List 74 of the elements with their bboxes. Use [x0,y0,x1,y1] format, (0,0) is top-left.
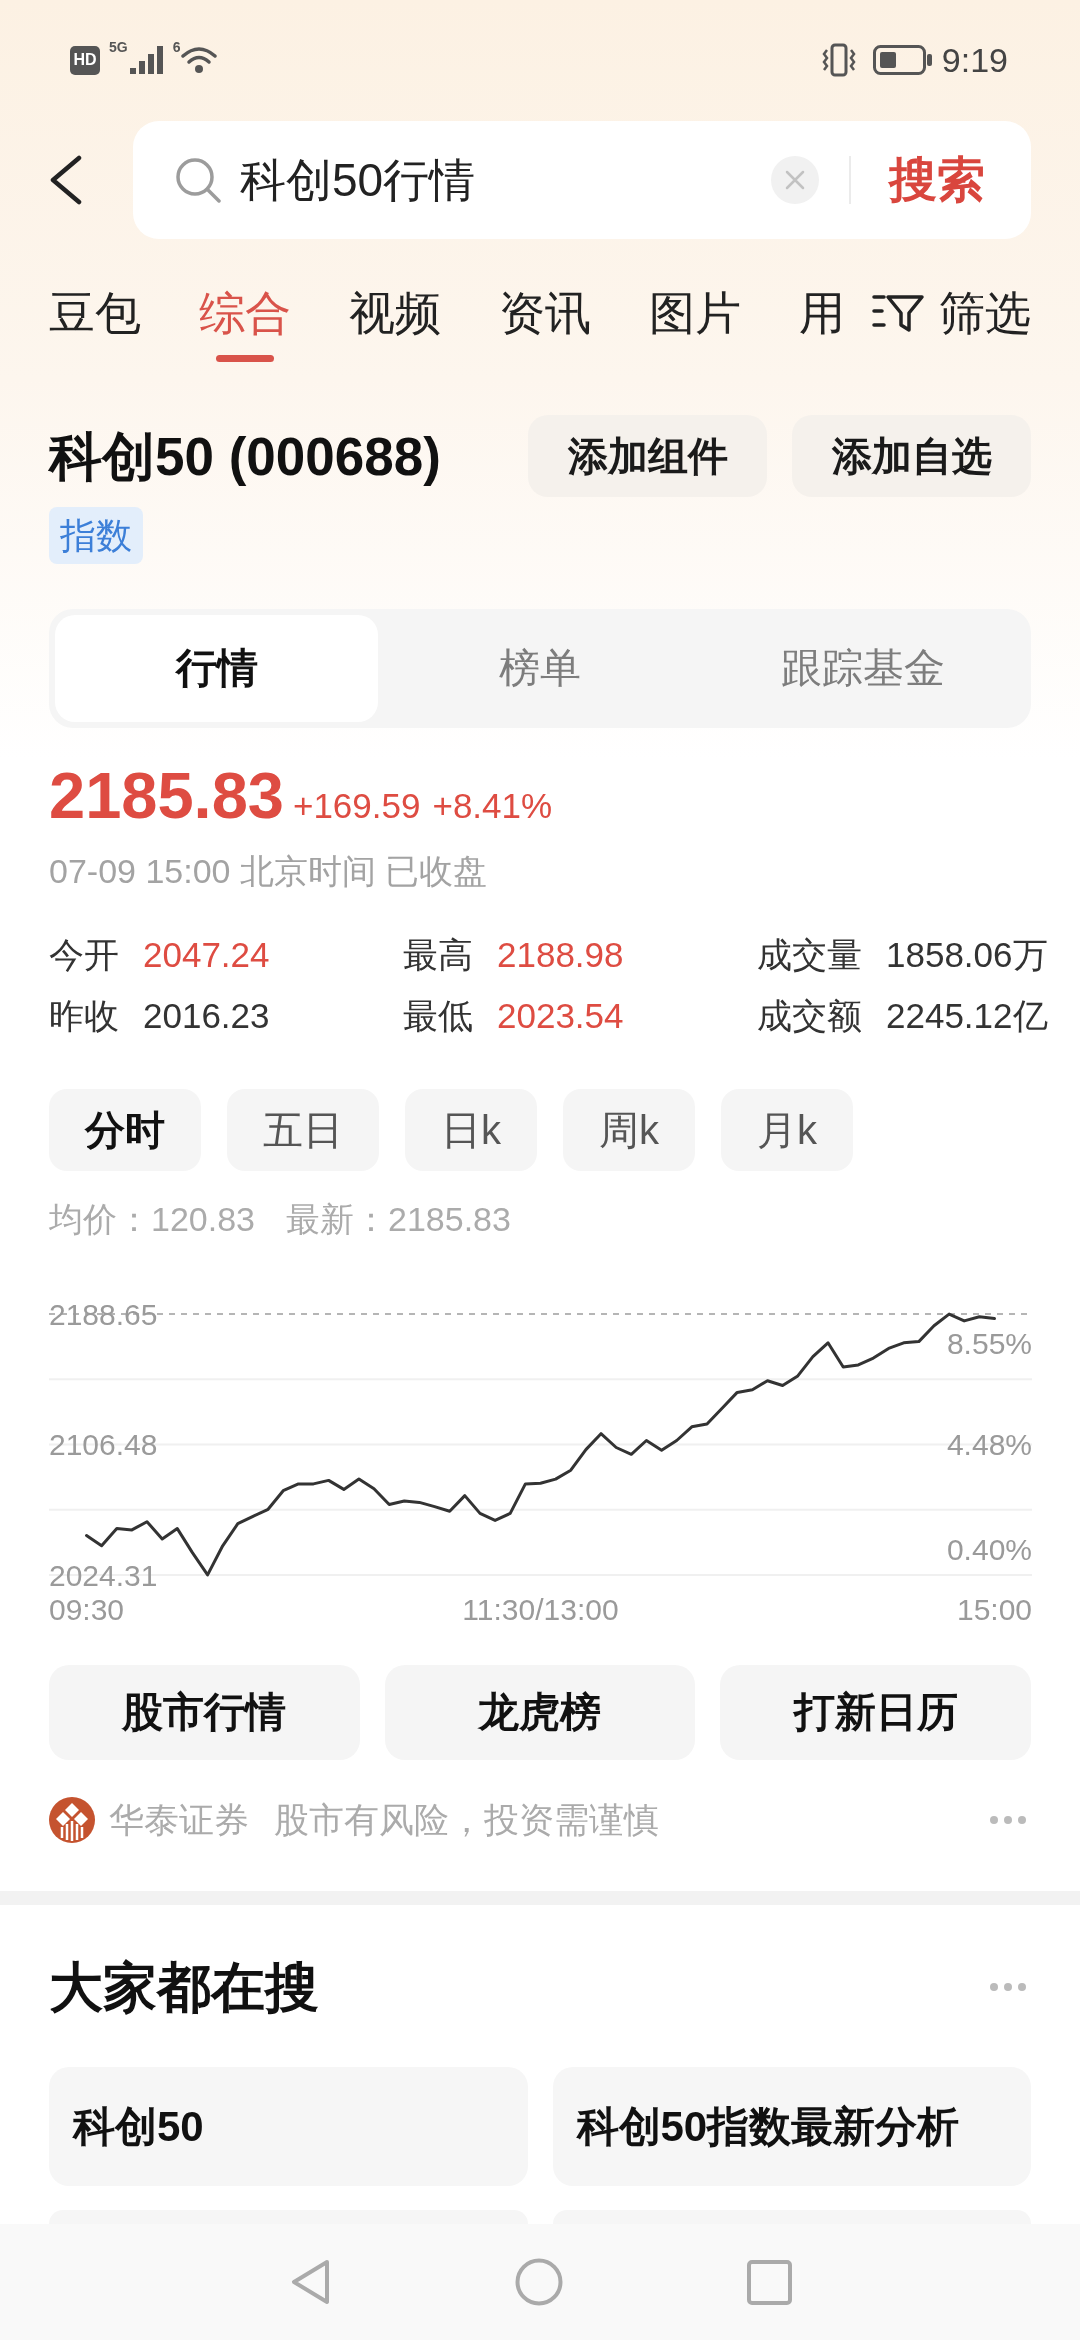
filter-button[interactable]: 筛选 [872,283,1031,343]
quick-link-button[interactable]: 股市行情 [49,1665,360,1760]
tab[interactable]: 豆包 [49,283,141,343]
hd-indicator: HD [70,45,100,75]
stat-value: 2016.23 [143,994,270,1037]
period-tab[interactable]: 五日 [227,1089,379,1171]
wifi-icon [181,46,219,74]
wifi-label: 6 [172,39,181,54]
axis-label: 2188.65 [49,1297,158,1331]
stat-value: 2023.54 [497,994,624,1037]
source-name: 华泰证券 [109,1798,249,1841]
more-icon[interactable] [990,1983,1026,1991]
stat-label: 昨收 [49,994,119,1037]
axis-label: 11:30/13:00 [462,1593,619,1626]
tab[interactable]: 综合 [199,283,291,362]
chart-info: 均价：120.83 [49,1199,255,1240]
back-icon[interactable] [49,155,83,205]
vibrate-icon [820,42,857,78]
stat-value: 2047.24 [143,933,270,976]
stat-value: 2245.12亿 [886,994,1048,1037]
stat-label: 最高 [403,933,473,976]
chart-info: 最新：2185.83 [286,1199,511,1240]
axis-label: 09:30 [49,1593,125,1626]
period-tab[interactable]: 周k [563,1089,695,1171]
period-tab[interactable]: 月k [721,1089,853,1171]
stat-value: 1858.06万 [886,933,1048,976]
logo-icon [49,1797,95,1843]
signal-icon [129,46,165,74]
segment-tab[interactable]: 行情 [55,615,379,722]
axis-label: 15:00 [956,1593,1032,1626]
stat-label: 成交量 [757,933,862,976]
filter-icon [872,293,924,333]
quick-link-button[interactable]: 龙虎榜 [384,1665,696,1760]
segment-tab[interactable]: 榜单 [378,615,702,722]
percent-change: +8.41% [432,785,553,827]
close-icon [785,170,805,190]
axis-label: 2106.48 [49,1428,158,1461]
clear-button[interactable] [771,156,819,204]
action-button[interactable]: 添加自选 [792,415,1031,497]
tab[interactable]: 资讯 [499,283,591,343]
segment-tab[interactable]: 跟踪基金 [701,615,1025,722]
stat-label: 今开 [49,933,119,976]
axis-label: 0.40% [946,1532,1032,1566]
search-input[interactable]: 科创50行情 [240,150,771,210]
section-title: 大家都在搜 [49,1960,319,2014]
search-icon [175,157,221,203]
quote-time: 07-09 15:00 北京时间 已收盘 [49,851,488,892]
index-badge: 指数 [49,507,143,564]
battery-icon [872,45,933,75]
quick-link-button[interactable]: 打新日历 [720,1665,1031,1760]
search-bar[interactable]: 科创50行情 搜索 [133,121,1031,239]
tab[interactable]: 视频 [349,283,441,343]
stat-label: 成交额 [757,994,862,1037]
stat-label: 最低 [403,994,473,1037]
period-tab[interactable]: 分时 [49,1089,201,1171]
stat-value: 2188.98 [497,933,624,976]
period-tab[interactable]: 日k [405,1089,537,1171]
price-value: 2185.83 [49,758,284,834]
tab[interactable]: 用 [799,283,845,343]
network-label: 5G [109,39,128,54]
price-change: +169.59 [292,785,421,827]
action-button[interactable]: 添加组件 [528,415,767,497]
axis-label: 8.55% [946,1326,1032,1360]
axis-label: 2024.31 [49,1558,158,1592]
search-button[interactable]: 搜索 [889,156,985,204]
circle-icon[interactable] [514,2258,563,2306]
more-icon[interactable] [990,1816,1026,1824]
tab[interactable]: 图片 [649,283,741,343]
search-suggestion[interactable]: 科创50指数最新分析 [552,2067,1031,2186]
risk-notice: 股市有风险，投资需谨慎 [274,1798,659,1841]
square-icon[interactable] [746,2259,792,2305]
search-suggestion[interactable]: 科创50 [49,2067,528,2186]
status-time: 9:19 [941,43,1008,77]
axis-label: 4.48% [946,1428,1032,1461]
